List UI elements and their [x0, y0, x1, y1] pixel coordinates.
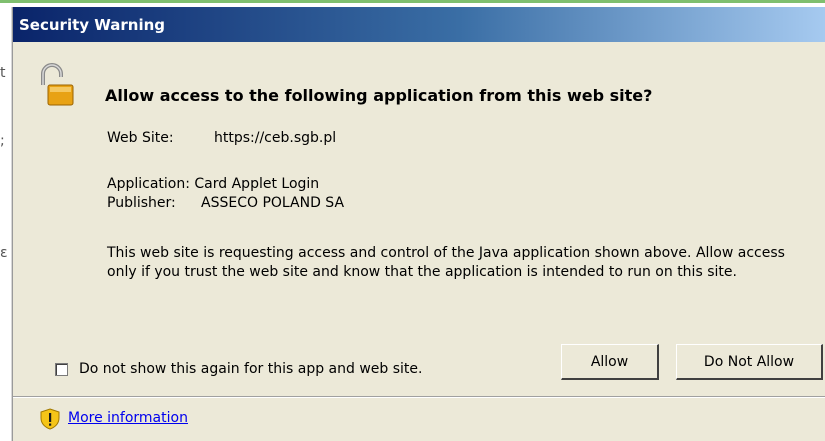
dont-show-again-checkbox[interactable] [55, 363, 68, 376]
website-row: Web Site: https://ceb.sgb.pl [107, 129, 336, 148]
open-padlock-icon [41, 63, 74, 106]
dialog-heading: Allow access to the following applicatio… [105, 86, 653, 105]
background-text-fragment: ; [0, 133, 5, 149]
background-window: t ; ε [0, 7, 12, 441]
publisher-label: Publisher: [107, 195, 176, 211]
more-information-link[interactable]: More information [68, 410, 188, 426]
allow-button[interactable]: Allow [561, 344, 659, 380]
background-text-fragment: ε [0, 245, 8, 261]
application-label: Application: [107, 176, 190, 192]
dialog-titlebar[interactable]: Security Warning [13, 7, 825, 42]
do-not-allow-button[interactable]: Do Not Allow [676, 344, 823, 380]
dialog-title: Security Warning [19, 16, 166, 34]
security-warning-dialog: Security Warning Allow access to the fol… [12, 7, 825, 441]
publisher-row: Publisher: ASSECO POLAND SA [107, 194, 344, 213]
publisher-value: ASSECO POLAND SA [201, 195, 345, 211]
application-row: Application: Card Applet Login [107, 175, 319, 194]
website-value: https://ceb.sgb.pl [214, 130, 337, 146]
application-value: Card Applet Login [194, 176, 320, 192]
footer-divider [13, 396, 825, 398]
background-text-fragment: t [0, 65, 6, 81]
website-label: Web Site: [107, 130, 174, 146]
shield-warning-icon [40, 408, 60, 430]
screen: t ; ε Security Warning Allow access to t… [0, 0, 825, 441]
background-window-edge [0, 0, 825, 7]
dont-show-again-label[interactable]: Do not show this again for this app and … [79, 361, 423, 377]
warning-message: This web site is requesting access and c… [107, 245, 785, 280]
